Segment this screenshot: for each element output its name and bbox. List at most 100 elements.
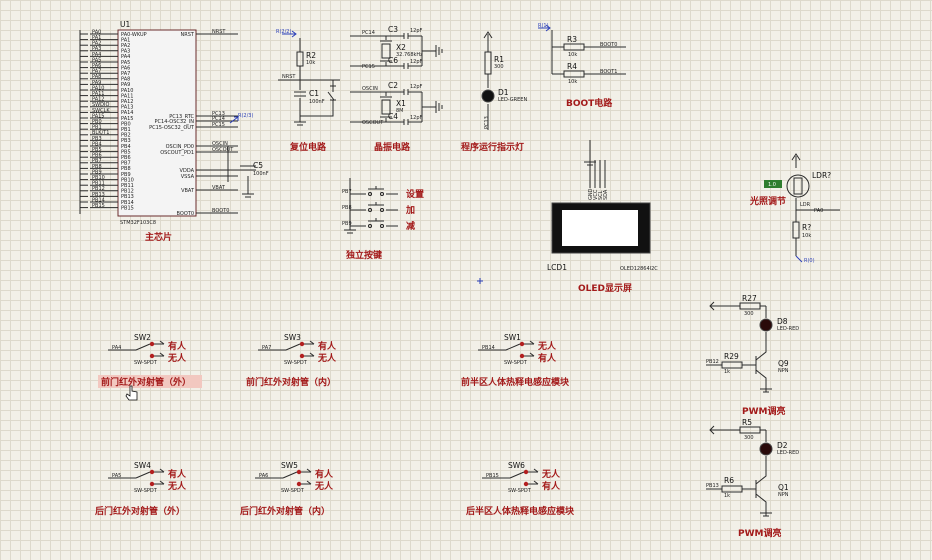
c3-value: 12pF	[410, 28, 423, 34]
mcu-right-pin: VSSA	[181, 174, 195, 180]
c5-wiring	[227, 146, 256, 198]
key-contact	[368, 208, 372, 212]
oled-display[interactable]: GND VCC SCL SDA LCD1 OLED12864I2C OLED显示屏	[547, 140, 658, 294]
ldr-ref: LDR?	[812, 171, 831, 180]
key-net: PB9	[342, 221, 352, 227]
switch-state-bottom: 无人	[314, 480, 334, 492]
sensor-switch-sw1[interactable]: PB14 SW1 SW-SPDT 无人有人	[478, 333, 557, 366]
oled-screen	[562, 210, 638, 246]
boot-circuit[interactable]: R(1) R3 R4 10k 10k BOOT0 BOOT1	[538, 23, 626, 85]
resistor-r-ldr	[792, 221, 800, 239]
r2-ref: R2	[306, 51, 316, 60]
switch-contact	[519, 353, 525, 359]
resistor-r3	[563, 43, 585, 51]
key-button-2[interactable]	[368, 218, 384, 228]
lcd1-part: OLED12864I2C	[620, 266, 658, 272]
mcu-right-pin: NRST	[181, 32, 195, 38]
resistor-r2	[296, 51, 304, 67]
caption-boot: BOOT电路	[566, 97, 613, 109]
switch-contact	[296, 481, 302, 487]
switch-state-top: 无人	[541, 468, 561, 480]
pwm-circuit-0[interactable]: R27 300 D8LED-RED R29 1k PB12 Q9NPN PWM调亮	[706, 294, 799, 417]
key-contact	[380, 192, 384, 196]
switch-ref: SW2	[134, 333, 151, 342]
schematic-drawing[interactable]: U1 STM32F103C8 PA0 PA0-WKUPPA1 PA1PA2 PA2PA…	[0, 0, 932, 560]
switch-contact	[149, 481, 155, 487]
light-sensor[interactable]: LDR? LDR 1.0 PA0 R? 10k R(0) 光照调节	[749, 153, 840, 264]
x1-ref: X1	[396, 99, 406, 108]
sensor-switch-sw5[interactable]: PA6 SW5 SW-SPDT 有人无人	[255, 461, 334, 494]
run-indicator[interactable]: R1 300 D1 LED-GREEN PC13	[481, 31, 527, 130]
switch-net: PA4	[112, 345, 121, 351]
pwm-r-base-ref: R29	[724, 352, 739, 361]
sensor-switch-sw6[interactable]: PB15 SW6 SW-SPDT 无人有人	[482, 461, 561, 494]
resistor-top	[739, 302, 761, 310]
sensor-caption: 前半区人体热释电感应模块	[461, 376, 570, 388]
caption-reset: 复位电路	[289, 141, 327, 153]
boot1-net: BOOT1	[600, 69, 617, 75]
pwm-q-type: NPN	[778, 368, 789, 374]
c2-value: 12pF	[410, 84, 423, 90]
r-ldr-value: 10k	[802, 233, 811, 239]
sensor-switch-sw2[interactable]: PA4 SW2 SW-SPDT 有人无人	[108, 333, 187, 366]
pwm-r-top-ref: R27	[742, 294, 757, 303]
pwm-r-base-ref: R6	[724, 476, 734, 485]
mcu-power-label: R(2/3)	[238, 113, 253, 119]
pwm-r-top-value: 300	[744, 311, 754, 317]
r3-value: 10k	[568, 52, 577, 58]
schematic-canvas[interactable]: U1 STM32F103C8 PA0 PA0-WKUP PA1 PA1 PA2 PA2 PA…	[0, 0, 932, 560]
mcu-ref: U1	[120, 20, 130, 29]
mcu-right-net: NRST	[212, 29, 226, 35]
sensor-switch-sw4[interactable]: PA5 SW4 SW-SPDT 有人无人	[108, 461, 187, 494]
key-net: PB7	[342, 189, 352, 195]
crystal-circuit[interactable]: PC14 PC15 X2 32.768kHz C3 12pF C6 12pF O…	[350, 25, 443, 126]
pwm-net: PB12	[706, 359, 719, 365]
pwm-led-value: LED-RED	[777, 450, 799, 456]
mcu-right-net: VBAT	[212, 185, 226, 191]
pwm-r-top-ref: R5	[742, 418, 752, 427]
pwm-led-ref: D2	[777, 441, 788, 450]
switch-contact	[523, 469, 529, 475]
c2-ref: C2	[388, 81, 398, 90]
switch-state-bottom: 有人	[542, 480, 561, 492]
switch-state-bottom: 有人	[538, 352, 557, 364]
mcu-stm32[interactable]: U1 STM32F103C8 PA0 PA0-WKUPPA1 PA1PA2 PA2PA…	[79, 20, 269, 226]
capacitor-c6	[403, 63, 409, 69]
c3-ref: C3	[388, 25, 398, 34]
ldr-gnd-label: R(0)	[804, 258, 815, 264]
pwm-circuit-1[interactable]: R5 300 D2LED-RED R6 1k PB13 Q1NPN PWM调亮	[706, 418, 799, 539]
c6-value: 12pF	[410, 59, 423, 65]
switch-part: SW-SPDT	[281, 488, 305, 494]
pwm-caption: PWM调亮	[738, 527, 781, 539]
key-lever	[368, 186, 384, 190]
mcu-part: STM32F103C8	[120, 220, 156, 226]
key-button-1[interactable]	[368, 202, 384, 212]
mcu-right-pin: OSCOUT_PD1	[160, 150, 194, 156]
switch-net: PA6	[259, 473, 268, 479]
switch-contact	[523, 481, 529, 487]
key-lever	[368, 218, 384, 222]
sensor-switch-sw3[interactable]: PA7 SW3 SW-SPDT 有人无人	[258, 333, 337, 366]
reset-button[interactable]	[327, 85, 336, 106]
resistor-base	[721, 485, 743, 493]
key-label: 减	[406, 220, 415, 232]
independent-keys[interactable]: PB7 设置 PB8 加 PB9 减	[342, 178, 424, 234]
led-indicator	[759, 318, 773, 332]
switch-net: PB14	[482, 345, 495, 351]
key-button-0[interactable]	[368, 186, 384, 196]
caption-main-chip: 主芯片	[145, 231, 172, 243]
reset-net-label: NRST	[282, 74, 296, 80]
switch-state-bottom: 无人	[167, 480, 187, 492]
d1-ref: D1	[498, 88, 509, 97]
d1-value: LED-GREEN	[498, 97, 527, 103]
sensor-caption: 后门红外对射管（外）	[95, 505, 185, 517]
caption-run-led: 程序运行指示灯	[461, 141, 524, 153]
reset-circuit[interactable]: R(2/2) R2 10k NRST C1 100nF	[276, 29, 340, 126]
r4-ref: R4	[567, 62, 577, 71]
ldr-sensor	[793, 177, 803, 195]
pwm-caption: PWM调亮	[742, 405, 785, 417]
capacitor-c1	[294, 91, 306, 97]
pwm-net: PB13	[706, 483, 719, 489]
ldr-net: PA0	[814, 208, 823, 214]
key-lever	[368, 202, 384, 206]
